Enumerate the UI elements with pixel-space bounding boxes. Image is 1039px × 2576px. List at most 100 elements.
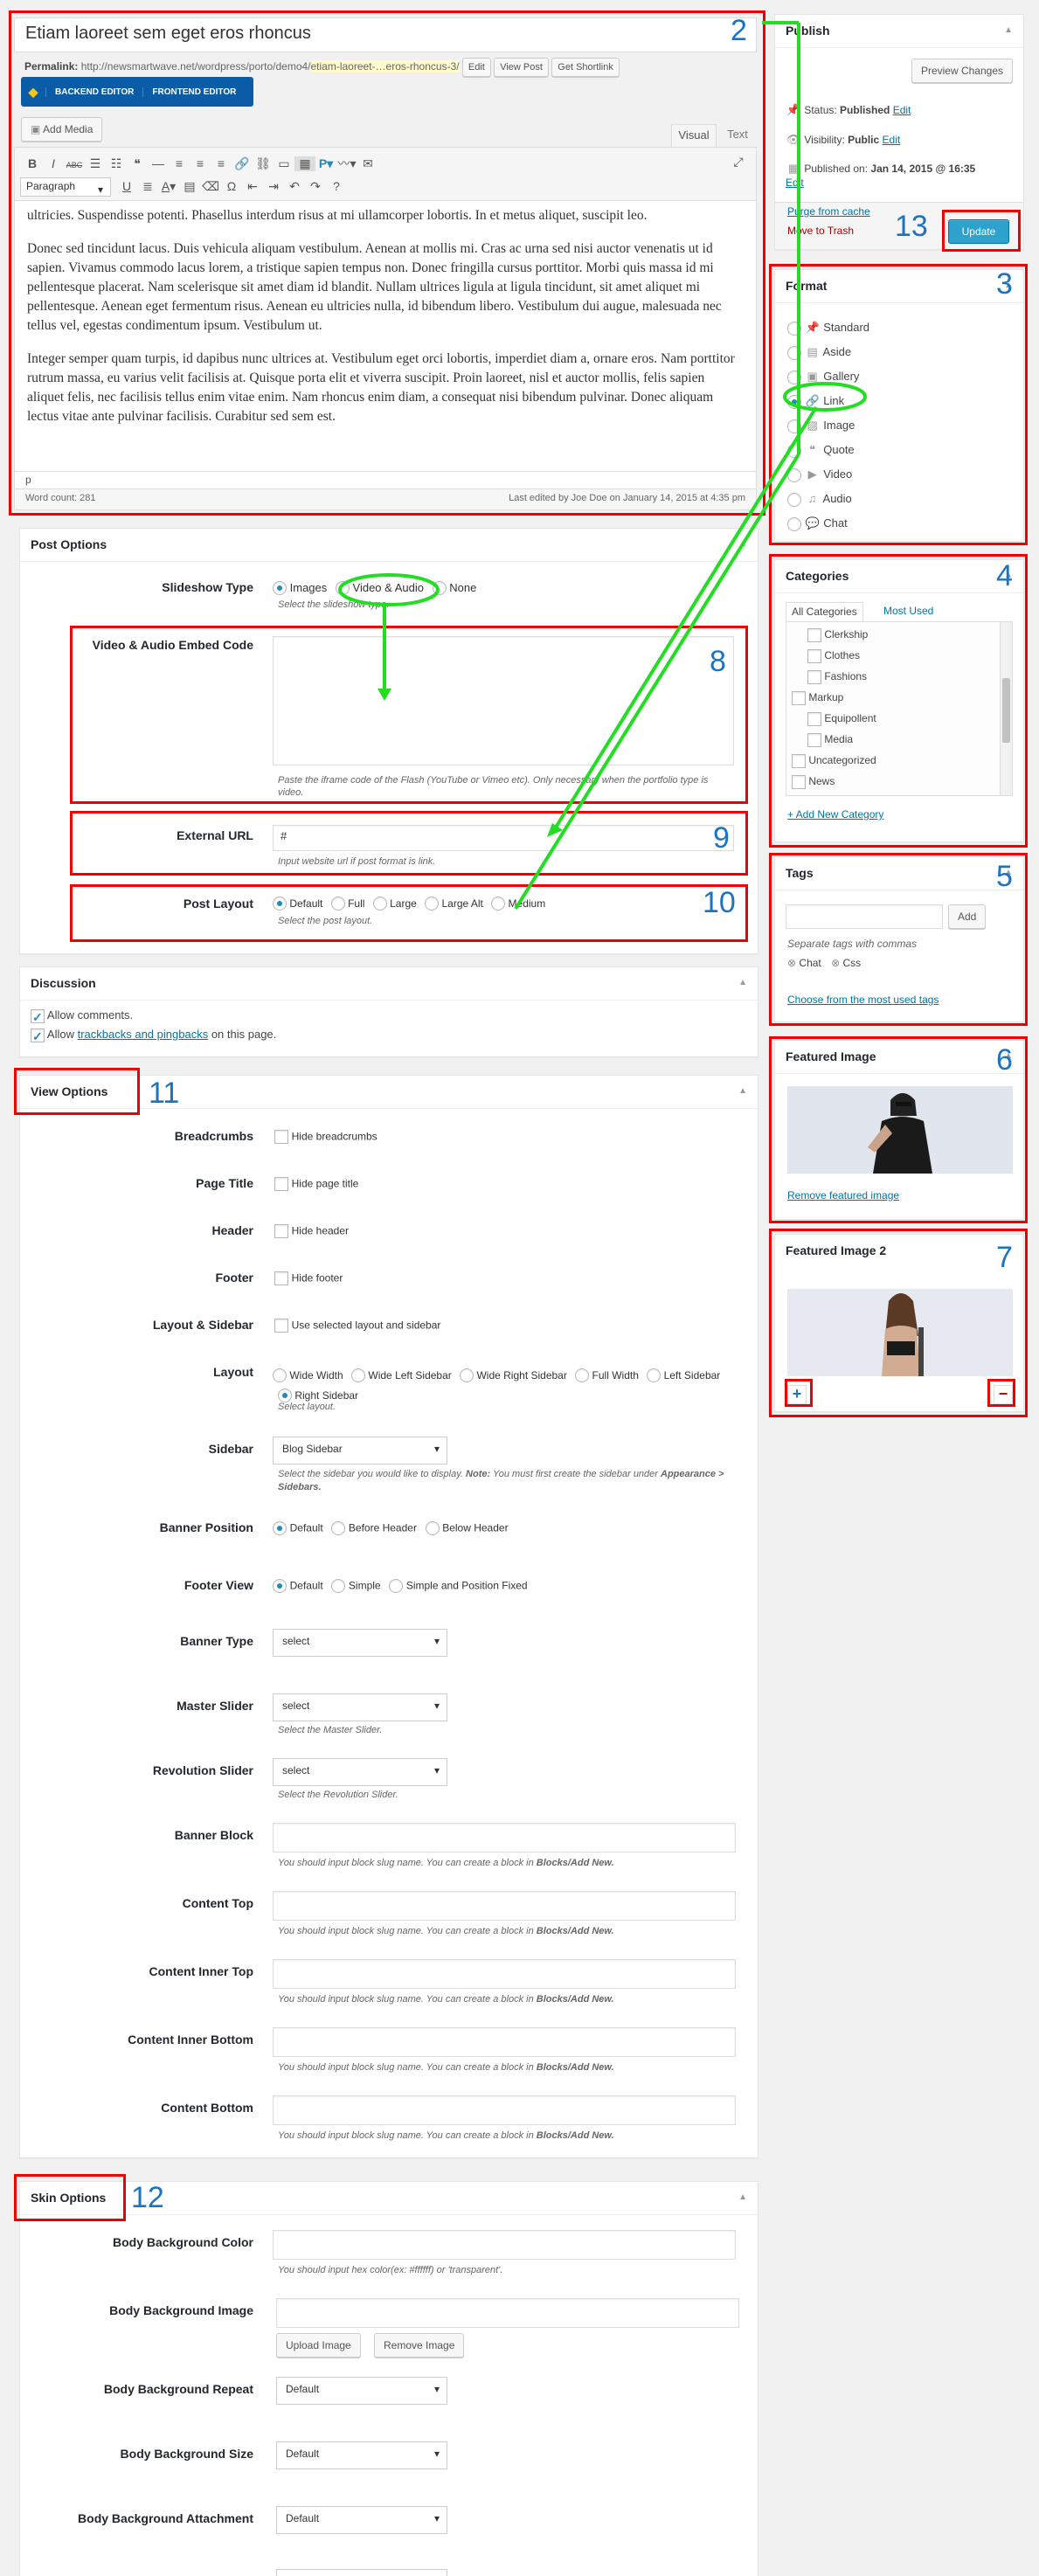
block-input[interactable] [273,2095,736,2125]
format-option-aside[interactable]: ▤ Aside [787,340,869,364]
move-to-trash-link[interactable]: Move to Trash [787,225,854,237]
bg-size-select[interactable]: Default [276,2441,447,2469]
remove-tag-icon[interactable]: ⊗ [831,957,840,969]
paragraph-select[interactable]: Paragraph [20,177,111,197]
trackbacks-link[interactable]: trackbacks and pingbacks [78,1028,209,1041]
radio-layout-large[interactable] [372,897,387,911]
tab-visual[interactable]: Visual [671,124,717,147]
banner-type-select[interactable]: select [273,1629,447,1657]
horizontal-line-icon[interactable]: — [148,156,169,170]
radio-left-sidebar[interactable] [647,1368,661,1382]
hide-breadcrumbs-checkbox[interactable] [274,1129,288,1144]
bg-image-input[interactable] [276,2298,739,2328]
category-item[interactable]: Equipollent [792,708,1007,729]
category-item[interactable]: Uncategorized [792,750,1007,771]
featured-image-thumbnail[interactable] [787,1086,1013,1174]
embed-code-textarea[interactable] [273,636,734,765]
radio-layout-full[interactable] [330,897,345,911]
category-item[interactable]: Clothes [792,645,1007,666]
indent-icon[interactable]: ⇥ [263,179,284,194]
format-option-chat[interactable]: 💬 Chat [787,511,869,536]
format-option-video[interactable]: ▶ Video [787,462,869,487]
radio-footer-default[interactable] [273,1578,287,1593]
align-right-icon[interactable]: ≡ [211,156,232,170]
bg-attachment-select[interactable]: Default [276,2506,447,2534]
radio-full-width[interactable] [575,1368,590,1382]
tab-all-categories[interactable]: All Categories [786,602,863,621]
block-input[interactable] [273,1891,736,1921]
clear-format-icon[interactable]: ⌫ [200,179,221,194]
backend-editor-button[interactable]: BACKEND EDITOR [45,87,142,97]
collapse-icon[interactable]: ▲ [738,539,747,549]
title-input[interactable]: Etiam laoreet sem eget eros rhoncus [14,17,757,52]
radio-images[interactable] [273,580,287,595]
allow-comments-checkbox[interactable] [31,1008,45,1027]
master-slider-select[interactable]: select [273,1693,447,1721]
add-image-button[interactable]: + [787,1385,807,1404]
toolbar-toggle-icon[interactable]: ▦ [294,156,315,171]
collapse-icon[interactable]: ▲ [1004,25,1013,35]
italic-icon[interactable]: I [43,156,64,170]
plugin-icon[interactable]: 〰▾ [336,155,357,172]
radio-wide-width[interactable] [273,1368,287,1382]
visibility-edit-link[interactable]: Edit [883,134,901,146]
radio-wide-left-sidebar[interactable] [351,1368,366,1382]
most-used-tags-link[interactable]: Choose from the most used tags [787,994,939,1006]
strikethrough-icon[interactable]: ABC [64,161,85,170]
align-left-icon[interactable]: ≡ [169,156,190,170]
block-input[interactable] [273,1959,736,1989]
category-item[interactable]: News [792,771,1007,792]
category-item[interactable]: Markup [792,687,1007,708]
purge-cache-link[interactable]: Purge from cache [787,205,870,218]
published-edit-link[interactable]: Edit [786,177,804,189]
radio-banner-before-header[interactable] [331,1520,346,1535]
redo-icon[interactable]: ↷ [305,179,326,194]
revolution-slider-select[interactable]: select [273,1758,447,1786]
hide-header-checkbox[interactable] [274,1223,288,1238]
collapse-icon[interactable]: ▲ [738,978,747,987]
remove-tag-icon[interactable]: ⊗ [787,957,796,969]
update-button[interactable]: Update [948,219,1009,244]
radio-layout-default[interactable] [273,897,287,911]
featured-image-2-thumbnail[interactable] [787,1289,1013,1376]
outdent-icon[interactable]: ⇤ [242,179,263,194]
radio-footer-simple[interactable] [331,1578,346,1593]
format-option-standard[interactable]: 📌 Standard [787,315,869,340]
collapse-icon[interactable]: ▲ [738,2192,747,2202]
block-input[interactable] [273,1823,736,1852]
tab-text[interactable]: Text [720,124,755,147]
permalink-slug[interactable]: etiam-laoreet-…eros-rhoncus-3/ [310,60,460,73]
upload-image-button[interactable]: Upload Image [276,2333,361,2358]
bg-color-input[interactable] [273,2230,736,2260]
tag-input[interactable] [786,904,943,929]
status-edit-link[interactable]: Edit [893,104,911,116]
partial-select[interactable] [276,2569,447,2576]
sidebar-select[interactable]: Blog Sidebar [273,1437,447,1465]
underline-icon[interactable]: U [116,179,137,193]
help-icon[interactable]: ? [326,179,347,193]
format-option-link[interactable]: 🔗 Link [787,389,869,413]
block-input[interactable] [273,2027,736,2057]
format-option-audio[interactable]: ♫ Audio [787,487,869,511]
hide-page-title-checkbox[interactable] [274,1176,288,1191]
editor-content[interactable]: ultricies. Suspendisse potenti. Phasellu… [14,201,757,472]
unlink-icon[interactable]: ⛓ [253,156,274,171]
use-layout-checkbox[interactable] [274,1318,288,1333]
collapse-icon[interactable]: ▲ [738,1086,747,1096]
radio-banner-below-header[interactable] [425,1520,440,1535]
blockquote-icon[interactable]: ❝ [127,156,148,171]
format-option-quote[interactable]: ❝ Quote [787,438,869,462]
bg-repeat-select[interactable]: Default [276,2377,447,2405]
view-post-button[interactable]: View Post [494,58,549,77]
remove-image-button[interactable]: − [994,1385,1013,1404]
scrollbar[interactable] [1000,622,1012,795]
category-item[interactable]: Clerkship [792,624,1007,645]
remove-image-button[interactable]: Remove Image [374,2333,465,2358]
radio-footer-simple-fixed[interactable] [389,1578,404,1593]
undo-icon[interactable]: ↶ [284,179,305,194]
special-char-icon[interactable]: Ω [221,179,242,193]
justify-icon[interactable]: ≣ [137,179,158,194]
radio-banner-default[interactable] [273,1520,287,1535]
radio-wide-right-sidebar[interactable] [460,1368,474,1382]
read-more-icon[interactable]: ▭ [274,156,294,171]
